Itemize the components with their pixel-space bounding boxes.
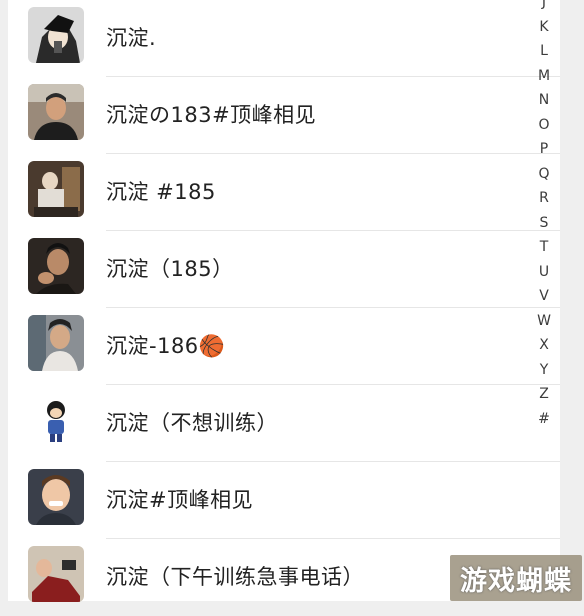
contact-avatar — [28, 469, 84, 525]
contact-avatar — [28, 315, 84, 371]
index-letter[interactable]: V — [532, 288, 556, 304]
contact-name: 沉淀. — [106, 26, 157, 50]
index-letter[interactable]: K — [532, 19, 556, 35]
contact-name: 沉淀-186🏀 — [106, 334, 226, 358]
contact-item[interactable]: 沉淀の183#顶峰相见 — [8, 77, 560, 154]
contact-item[interactable]: 沉淀（不想训练） — [8, 385, 560, 462]
contact-name: 沉淀 #185 — [106, 180, 216, 204]
watermark-text: 游戏蝴蝶 — [460, 566, 572, 597]
contact-name: 沉淀（185） — [106, 257, 234, 281]
watermark: 游戏蝴蝶 — [450, 555, 582, 601]
contact-avatar — [28, 161, 84, 217]
index-letter[interactable]: M — [532, 68, 556, 84]
index-letter[interactable]: P — [532, 141, 556, 157]
contact-name: 沉淀（不想训练） — [106, 411, 278, 435]
index-letter[interactable]: S — [532, 215, 556, 231]
index-letter[interactable]: Z — [532, 386, 556, 402]
contact-item[interactable]: 沉淀 #185 — [8, 154, 560, 231]
contact-avatar — [28, 238, 84, 294]
contact-name: 沉淀#顶峰相见 — [106, 488, 254, 512]
index-letter[interactable]: L — [532, 43, 556, 59]
contact-name: 沉淀（下午训练急事电话） — [106, 565, 364, 589]
index-letter[interactable]: Q — [532, 166, 556, 182]
index-letter[interactable]: N — [532, 92, 556, 108]
contact-avatar — [28, 7, 84, 63]
index-letter[interactable]: U — [532, 264, 556, 280]
index-letter[interactable]: Y — [532, 362, 556, 378]
index-letter[interactable]: W — [532, 313, 556, 329]
index-letter[interactable]: J — [532, 0, 556, 10]
index-letter[interactable]: O — [532, 117, 556, 133]
contact-avatar — [28, 546, 84, 602]
contacts-screen: 沉淀. 沉淀の183#顶峰相见 沉淀 #185 沉淀（185） 沉淀-186🏀 … — [8, 0, 560, 602]
contact-avatar — [28, 84, 84, 140]
contact-avatar — [28, 392, 84, 448]
contact-item[interactable]: 沉淀#顶峰相见 — [8, 462, 560, 539]
index-letter[interactable]: X — [532, 337, 556, 353]
index-letter[interactable]: # — [532, 411, 556, 427]
contact-name: 沉淀の183#顶峰相见 — [106, 103, 317, 127]
index-letter[interactable]: T — [532, 239, 556, 255]
contact-item[interactable]: 沉淀. — [8, 0, 560, 77]
index-letter[interactable]: R — [532, 190, 556, 206]
contact-item[interactable]: 沉淀（185） — [8, 231, 560, 308]
contact-item[interactable]: 沉淀-186🏀 — [8, 308, 560, 385]
